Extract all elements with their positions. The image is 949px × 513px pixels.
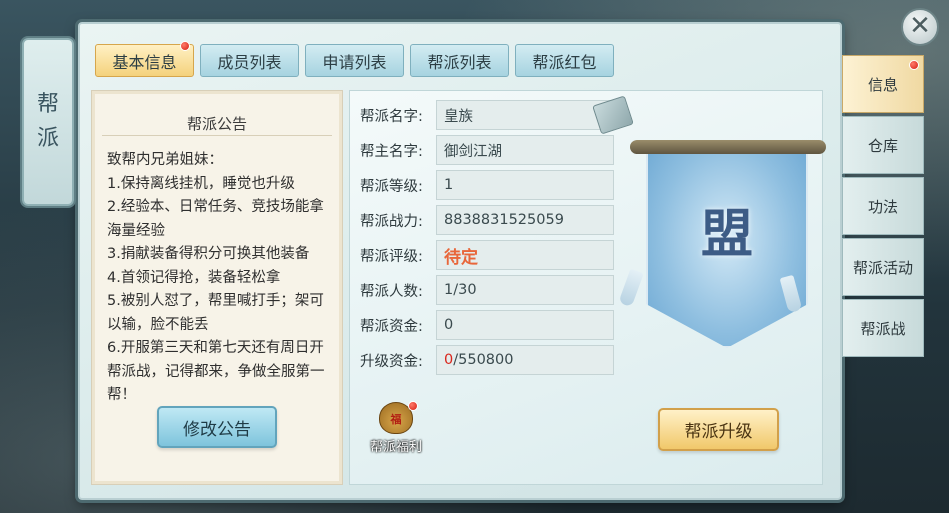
guild-upgrade-button[interactable]: 帮派升级 (658, 408, 779, 451)
notice-line: 6.开服第三天和第七天还有周日开帮派战，记得都来，争做全服第一帮！ (107, 340, 325, 403)
notice-line: 2.经验本、日常任务、竞技场能拿海量经验 (107, 199, 324, 239)
tab-member-list[interactable]: 成员列表 (200, 44, 299, 77)
guild-rating-value: 待定 (436, 240, 614, 270)
guild-power-value: 8838831525059 (436, 205, 614, 235)
side-tab-activities[interactable]: 帮派活动 (842, 238, 924, 296)
tab-label: 成员列表 (217, 52, 282, 72)
side-tab-info[interactable]: 信息 (842, 55, 924, 113)
guild-name-value: 皇族 (436, 100, 614, 130)
guild-title-banner: 帮 派 (22, 38, 74, 206)
side-tab-label: 功法 (867, 197, 898, 216)
side-tab-skills[interactable]: 功法 (842, 177, 924, 235)
notice-body: 致帮内兄弟姐妹： 1.保持离线挂机，睡觉也升级 2.经验本、日常任务、竞技场能拿… (107, 149, 329, 408)
side-tab-bar: 信息 仓库 功法 帮派活动 帮派战 (842, 55, 924, 360)
leader-name-value: 御剑江湖 (436, 135, 614, 165)
banner-char-1: 帮 (36, 92, 59, 117)
guild-members-value: 1/30 (436, 275, 614, 305)
notice-line: 1.保持离线挂机，睡觉也升级 (107, 175, 295, 192)
info-row-leader: 帮主名字: 御剑江湖 (360, 135, 614, 165)
top-tab-bar: 基本信息 成员列表 申请列表 帮派列表 帮派红包 (95, 41, 614, 77)
tab-guild-red-packet[interactable]: 帮派红包 (515, 44, 614, 77)
side-tab-label: 仓库 (867, 136, 898, 155)
tab-basic-info[interactable]: 基本信息 (95, 41, 194, 77)
welfare-label: 帮派福利 (369, 440, 422, 455)
guild-level-label: 帮派等级: (360, 178, 423, 195)
close-button[interactable]: ✕ (901, 8, 939, 46)
upgrade-funds-value: 0/550800 (436, 345, 614, 375)
tab-label: 帮派列表 (427, 52, 492, 72)
lucky-bag-icon (379, 401, 418, 434)
edit-notice-button[interactable]: 修改公告 (157, 406, 277, 448)
info-row-members: 帮派人数: 1/30 (360, 275, 614, 305)
info-row-rating: 帮派评级: 待定 (360, 240, 614, 270)
notice-divider (102, 135, 332, 136)
info-row-funds: 帮派资金: 0 (360, 310, 614, 340)
upgrade-funds-label: 升级资金: (360, 353, 423, 370)
close-icon: ✕ (909, 11, 931, 41)
flag-emblem-char: 盟 (700, 204, 753, 265)
flag-rod (630, 140, 826, 154)
side-tab-guild-war[interactable]: 帮派战 (842, 299, 924, 357)
guild-funds-value: 0 (436, 310, 614, 340)
tab-label: 基本信息 (112, 52, 177, 72)
tab-application-list[interactable]: 申请列表 (305, 44, 404, 77)
notice-title: 帮派公告 (186, 115, 247, 133)
side-tab-label: 信息 (867, 75, 898, 94)
info-row-level: 帮派等级: 1 (360, 170, 614, 200)
side-tab-label: 帮派战 (860, 319, 906, 338)
tab-label: 申请列表 (322, 52, 387, 72)
notification-dot-icon (408, 401, 418, 411)
notification-dot-icon (180, 41, 190, 51)
guild-name-label: 帮派名字: (360, 108, 423, 125)
upgrade-funds-required: /550800 (453, 352, 514, 368)
side-tab-warehouse[interactable]: 仓库 (842, 116, 924, 174)
notification-dot-icon (909, 60, 919, 70)
info-row-upgrade-funds: 升级资金: 0/550800 (360, 345, 614, 375)
side-tab-label: 帮派活动 (852, 258, 913, 277)
upgrade-funds-current: 0 (444, 352, 454, 368)
guild-welfare-button[interactable]: 帮派福利 (366, 401, 426, 458)
guild-rating-label: 帮派评级: (360, 248, 423, 265)
tab-guild-list[interactable]: 帮派列表 (410, 44, 509, 77)
notice-line: 5.被别人怼了，帮里喊打手；架可以输，脸不能丢 (107, 293, 324, 333)
guild-members-label: 帮派人数: (360, 283, 423, 300)
info-row-power: 帮派战力: 8838831525059 (360, 205, 614, 235)
tab-label: 帮派红包 (532, 52, 597, 72)
notice-line: 4.首领记得抢，装备轻松拿 (107, 269, 281, 286)
leader-name-label: 帮主名字: (360, 143, 423, 160)
notice-line: 3.捐献装备得积分可换其他装备 (107, 246, 310, 262)
guild-power-label: 帮派战力: (360, 213, 423, 230)
banner-char-2: 派 (36, 126, 59, 151)
guild-level-value: 1 (436, 170, 614, 200)
guild-funds-label: 帮派资金: (360, 318, 423, 335)
guild-flag: 盟 (618, 140, 828, 370)
notice-line: 致帮内兄弟姐妹： (107, 152, 223, 168)
info-row-name: 帮派名字: 皇族 (360, 100, 614, 130)
